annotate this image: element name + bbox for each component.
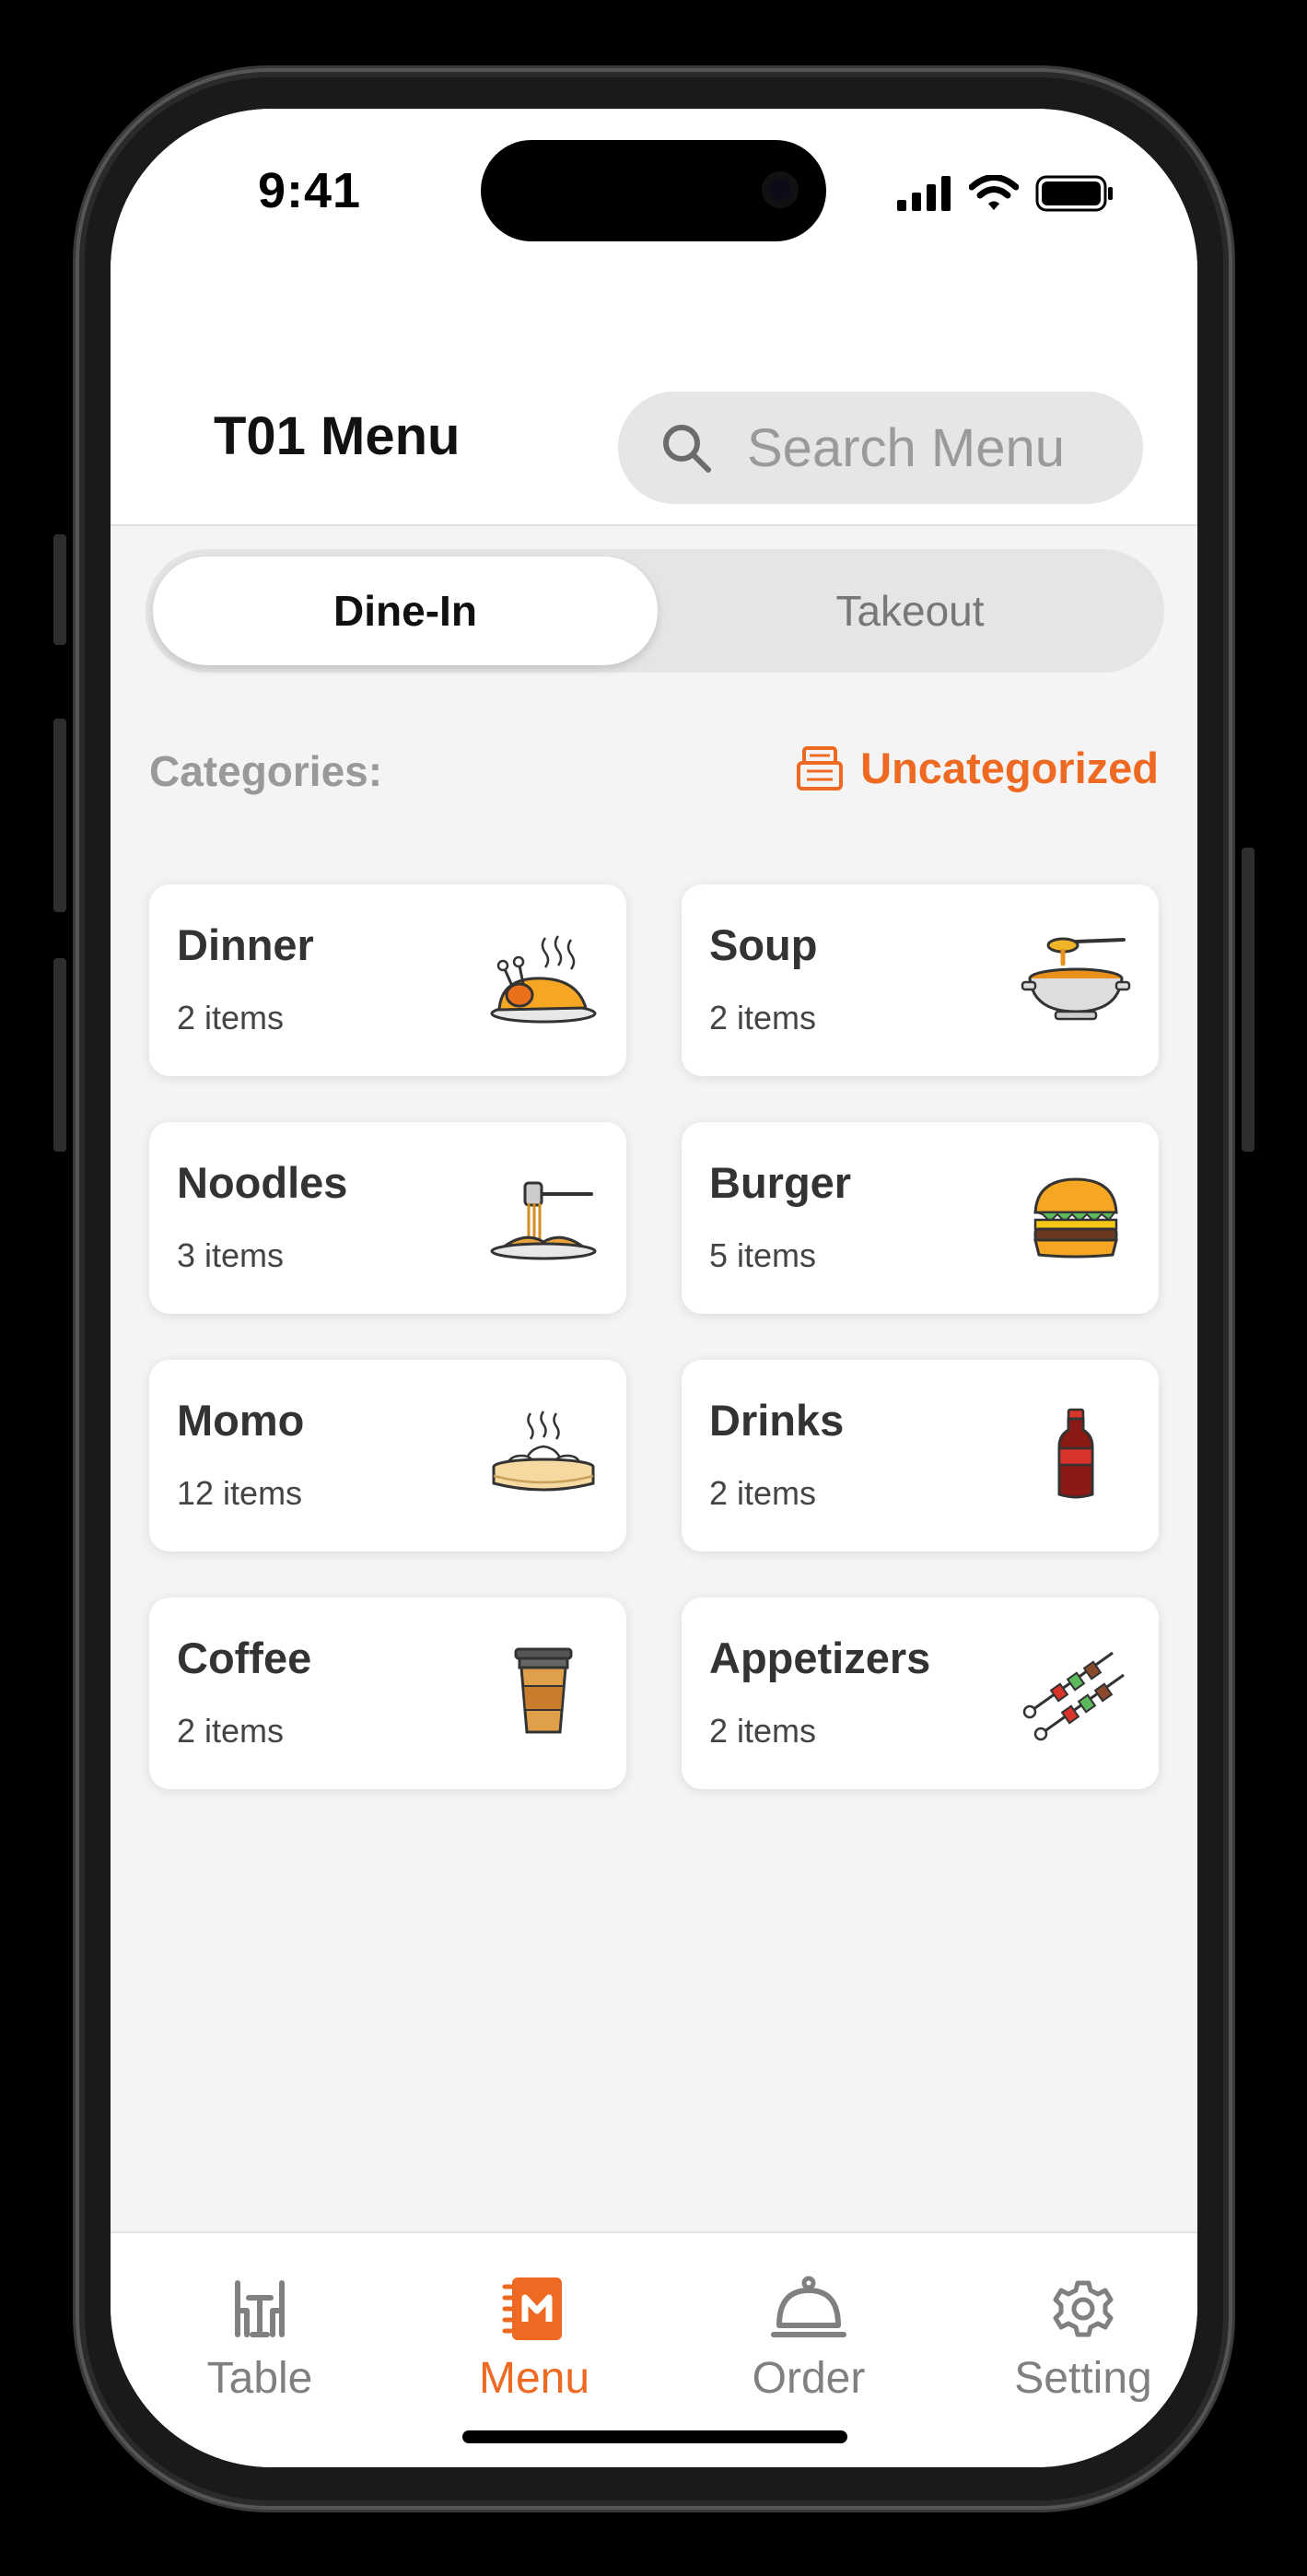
soup-bowl-icon bbox=[1021, 937, 1131, 1021]
header-bar: T01 Menu bbox=[111, 275, 1197, 526]
tab-takeout[interactable]: Takeout bbox=[658, 556, 1162, 665]
categories-header: Categories: Uncategorized bbox=[149, 743, 1159, 802]
tab-label: Table bbox=[206, 2354, 313, 2403]
menu-book-icon bbox=[502, 2277, 562, 2340]
home-indicator bbox=[462, 2430, 847, 2443]
category-card-soup[interactable]: Soup 2 items bbox=[682, 884, 1159, 1076]
roast-chicken-icon bbox=[490, 935, 597, 1024]
volume-down-button bbox=[53, 958, 66, 1152]
coffee-cup-icon bbox=[514, 1647, 573, 1734]
soda-bottle-icon bbox=[1057, 1408, 1094, 1499]
category-card-drinks[interactable]: Drinks 2 items bbox=[682, 1360, 1159, 1551]
category-name: Dinner bbox=[177, 920, 314, 969]
app-screen: 9:41 T01 Menu Search Menu Dine-In Takeou… bbox=[111, 109, 1197, 2467]
cash-register-icon bbox=[797, 745, 844, 790]
skewers-icon bbox=[1022, 1651, 1125, 1741]
power-button bbox=[1242, 848, 1254, 1152]
category-card-burger[interactable]: Burger 5 items bbox=[682, 1122, 1159, 1314]
tab-setting[interactable]: Setting bbox=[982, 2270, 1184, 2404]
page-title-text: T01 Menu bbox=[214, 406, 461, 466]
tab-order[interactable]: Order bbox=[707, 2270, 910, 2404]
bottom-tab-bar: Table Menu Order Setting bbox=[111, 2231, 1197, 2467]
uncategorized-label: Uncategorized bbox=[860, 744, 1159, 792]
category-count: 12 items bbox=[177, 1474, 303, 1512]
category-count: 2 items bbox=[709, 1474, 817, 1512]
category-card-dinner[interactable]: Dinner 2 items bbox=[149, 884, 626, 1076]
tab-table[interactable]: Table bbox=[158, 2270, 361, 2404]
gear-icon bbox=[1053, 2280, 1114, 2337]
search-icon bbox=[663, 425, 711, 473]
cloche-icon bbox=[771, 2276, 846, 2337]
uncategorized-button[interactable]: Uncategorized bbox=[796, 743, 1159, 793]
category-name: Soup bbox=[709, 920, 818, 969]
category-name: Momo bbox=[177, 1396, 305, 1445]
search-input[interactable] bbox=[747, 416, 1115, 479]
tab-label: Order bbox=[752, 2354, 866, 2403]
category-count: 2 items bbox=[177, 999, 285, 1036]
tab-dine-in[interactable]: Dine-In bbox=[153, 556, 658, 665]
category-name: Drinks bbox=[709, 1396, 845, 1445]
category-card-appetizers[interactable]: Appetizers 2 items bbox=[682, 1598, 1159, 1789]
category-count: 3 items bbox=[177, 1236, 285, 1274]
category-count: 2 items bbox=[709, 1712, 817, 1750]
search-bar[interactable] bbox=[618, 392, 1143, 504]
category-name: Coffee bbox=[177, 1633, 312, 1682]
category-name: Burger bbox=[709, 1158, 852, 1207]
volume-up-button bbox=[53, 719, 66, 912]
category-card-momo[interactable]: Momo 12 items bbox=[149, 1360, 626, 1551]
category-count: 5 items bbox=[709, 1236, 817, 1274]
category-name: Noodles bbox=[177, 1158, 348, 1207]
categories-label: Categories: bbox=[149, 747, 383, 795]
table-chairs-icon bbox=[235, 2280, 285, 2337]
order-type-toggle: Dine-In Takeout bbox=[146, 549, 1164, 673]
tab-label: Menu bbox=[478, 2354, 590, 2403]
category-count: 2 items bbox=[709, 999, 817, 1036]
category-count: 2 items bbox=[177, 1712, 285, 1750]
tab-label: Setting bbox=[1014, 2354, 1152, 2403]
category-card-noodles[interactable]: Noodles 3 items bbox=[149, 1122, 626, 1314]
mute-switch bbox=[53, 534, 66, 645]
dumpling-steamer-icon bbox=[492, 1411, 595, 1492]
category-name: Appetizers bbox=[709, 1633, 931, 1682]
tab-menu[interactable]: Menu bbox=[433, 2270, 636, 2404]
burger-icon bbox=[1033, 1177, 1118, 1259]
category-card-coffee[interactable]: Coffee 2 items bbox=[149, 1598, 626, 1789]
noodles-fork-icon bbox=[490, 1181, 597, 1260]
